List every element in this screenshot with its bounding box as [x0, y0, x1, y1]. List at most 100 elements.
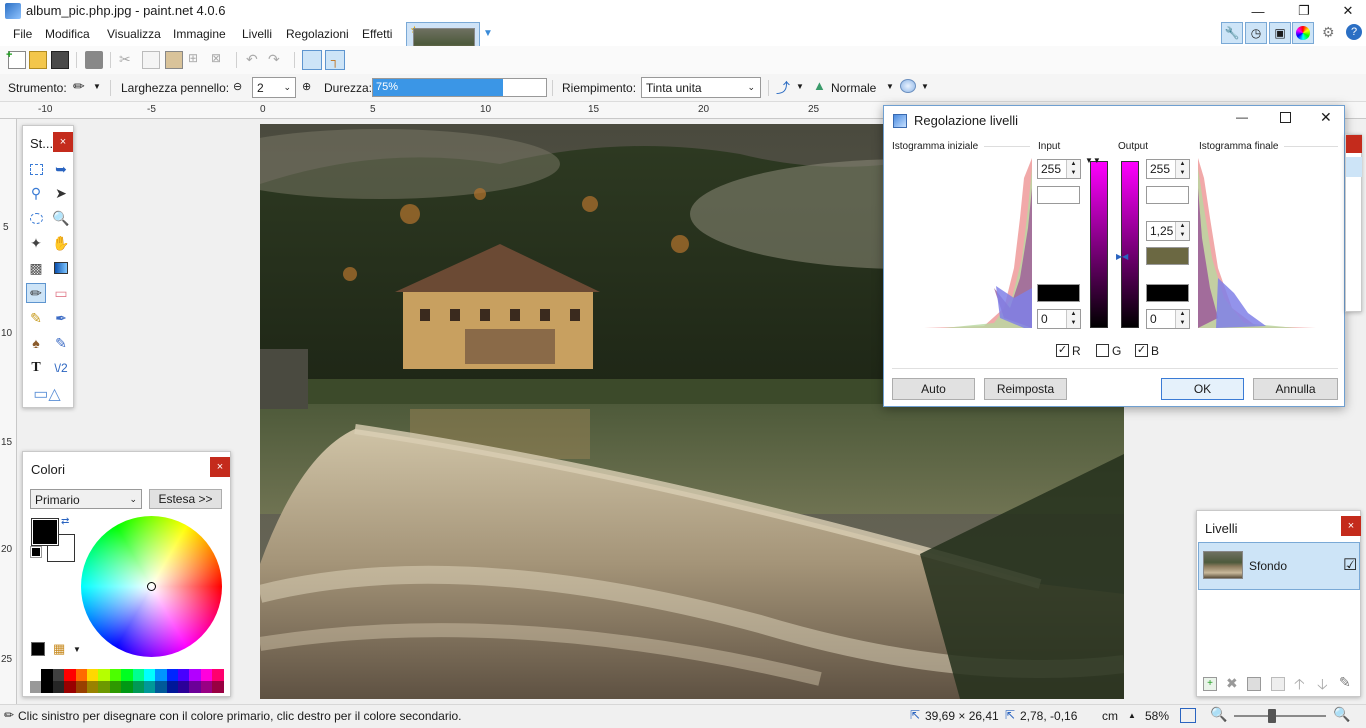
cut-icon[interactable]: ✂ [119, 51, 137, 69]
palette-swatch[interactable] [109, 669, 122, 681]
rectangle-select-icon[interactable] [26, 159, 46, 179]
output-high-color[interactable] [1146, 186, 1189, 204]
delete-layer-icon[interactable]: ✖ [1226, 675, 1238, 692]
alpha-mode-icon[interactable] [900, 79, 916, 93]
palette-swatch[interactable] [166, 669, 179, 681]
layer-visibility-checkbox[interactable]: ☑ [1343, 555, 1357, 575]
palette-swatch[interactable] [75, 681, 87, 693]
close-button[interactable]: ✕ [1330, 0, 1366, 22]
units-dropdown-icon[interactable]: ▲ [1128, 711, 1136, 720]
menu-effects[interactable]: Effetti [362, 27, 392, 41]
add-color-icon[interactable] [31, 642, 45, 656]
palette-swatch[interactable] [178, 669, 190, 681]
palette-swatch[interactable] [64, 669, 76, 681]
palette-swatch[interactable] [132, 669, 144, 681]
deselect-icon[interactable]: ⊠ [211, 51, 229, 69]
color-wheel[interactable] [81, 516, 222, 657]
history-panel-close-button[interactable] [1346, 135, 1362, 153]
zoom-out-icon[interactable]: 🔍 [1210, 706, 1227, 723]
colors-panel-close-button[interactable]: × [210, 457, 230, 477]
swap-colors-icon[interactable]: ⇄ [61, 516, 69, 527]
palette-dropdown-icon[interactable]: ▼ [73, 645, 81, 654]
pan-hand-icon[interactable]: ✋ [51, 233, 71, 253]
eraser-icon[interactable]: ▭ [51, 283, 71, 303]
paintbrush-icon[interactable]: ✏ [26, 283, 46, 303]
hardness-slider[interactable]: 75% [372, 78, 547, 97]
gradient-icon[interactable] [51, 258, 71, 278]
merge-layer-down-icon[interactable] [1271, 677, 1285, 691]
palette-swatch[interactable] [86, 669, 99, 681]
palette-swatch[interactable] [75, 669, 87, 681]
magic-wand-icon[interactable]: ✦ [26, 233, 46, 253]
palette-swatch[interactable] [41, 681, 53, 693]
dialog-minimize-button[interactable]: — [1236, 110, 1248, 124]
input-slider-marker-icon[interactable]: ▼▼ [1085, 156, 1101, 165]
palette-swatch[interactable] [98, 669, 110, 681]
palette-swatch[interactable] [86, 681, 99, 693]
brush-width-combo[interactable]: 2 ⌄ [252, 77, 296, 98]
palette-swatch[interactable] [212, 669, 224, 681]
antialias-dropdown-icon[interactable]: ▼ [796, 82, 804, 91]
output-high-spinner[interactable]: 255 ▲ ▼ [1146, 159, 1190, 179]
layer-row[interactable]: Sfondo ☑ [1198, 542, 1360, 590]
palette-swatch[interactable] [178, 681, 190, 693]
move-pixels-icon[interactable]: ➤ [51, 183, 71, 203]
brush-tool-icon[interactable]: ✏ [73, 78, 85, 95]
palette-swatch[interactable] [189, 669, 201, 681]
dialog-maximize-button[interactable] [1280, 112, 1291, 123]
output-low-color[interactable] [1146, 284, 1189, 302]
redo-icon[interactable]: ↷ [268, 51, 286, 69]
paint-bucket-icon[interactable]: ▩ [26, 258, 46, 278]
tools-toggle-icon[interactable]: 🔧 [1221, 22, 1243, 44]
menu-layers[interactable]: Livelli [242, 27, 272, 41]
channel-b-checkbox[interactable]: ✓ [1135, 344, 1148, 357]
spin-arrows-icon[interactable]: ▲ ▼ [1175, 160, 1189, 178]
copy-icon[interactable] [142, 51, 160, 69]
print-icon[interactable] [85, 51, 103, 69]
alpha-dropdown-icon[interactable]: ▼ [921, 82, 929, 91]
output-low-spinner[interactable]: 0 ▲ ▼ [1146, 309, 1190, 329]
layers-toggle-icon[interactable]: ▣ [1269, 22, 1291, 44]
input-high-spinner[interactable]: 255 ▲ ▼ [1037, 159, 1081, 179]
palette-swatch[interactable] [121, 681, 133, 693]
text-icon[interactable]: T [26, 358, 46, 378]
menu-view[interactable]: Visualizza [107, 27, 161, 41]
settings-gear-icon[interactable]: ⚙ [1322, 24, 1335, 41]
clone-stamp-icon[interactable]: ♠ [26, 333, 46, 353]
input-low-color[interactable] [1037, 284, 1080, 302]
open-file-icon[interactable] [29, 51, 47, 69]
layer-properties-icon[interactable]: ✎ [1339, 674, 1351, 691]
palette-swatch[interactable] [155, 681, 167, 693]
ok-button[interactable]: OK [1161, 378, 1244, 400]
spin-arrows-icon[interactable]: ▲ ▼ [1175, 222, 1189, 240]
palette-swatch[interactable] [200, 681, 213, 693]
palette-swatch[interactable] [30, 681, 42, 693]
tools-panel-close-button[interactable]: × [53, 132, 73, 152]
minimize-button[interactable]: — [1240, 0, 1276, 22]
output-gradient-bar[interactable] [1121, 161, 1139, 328]
zoom-to-window-icon[interactable] [1180, 708, 1196, 723]
tool-dropdown-icon[interactable]: ▼ [93, 82, 101, 91]
palette-swatch[interactable] [143, 669, 156, 681]
spin-arrows-icon[interactable]: ▲ ▼ [1175, 310, 1189, 328]
ellipse-select-icon[interactable] [26, 208, 46, 228]
channel-g-checkbox[interactable] [1096, 344, 1109, 357]
blend-dropdown-icon[interactable]: ▼ [886, 82, 894, 91]
rulers-toggle-icon[interactable]: ┐ [325, 50, 345, 70]
palette-swatch[interactable] [212, 681, 224, 693]
lasso-icon[interactable]: ⚲ [26, 183, 46, 203]
move-layer-up-icon[interactable]: 🡡 [1294, 674, 1305, 699]
zoom-value[interactable]: 58% [1145, 709, 1169, 723]
help-icon[interactable]: ? [1346, 24, 1362, 40]
palette-swatch[interactable] [121, 669, 133, 681]
palette-swatch[interactable] [166, 681, 179, 693]
input-low-spinner[interactable]: 0 ▲ ▼ [1037, 309, 1081, 329]
history-item[interactable] [1346, 157, 1362, 177]
line-curve-icon[interactable]: \/2 [51, 358, 71, 378]
zoom-slider[interactable] [1234, 709, 1326, 723]
zoom-icon[interactable]: 🔍 [51, 208, 71, 228]
move-selection-icon[interactable]: ➥ [51, 159, 71, 179]
zoom-slider-thumb[interactable] [1268, 709, 1276, 723]
brush-width-increase-icon[interactable]: ⊕ [302, 80, 311, 93]
menu-file[interactable]: File [13, 27, 32, 41]
